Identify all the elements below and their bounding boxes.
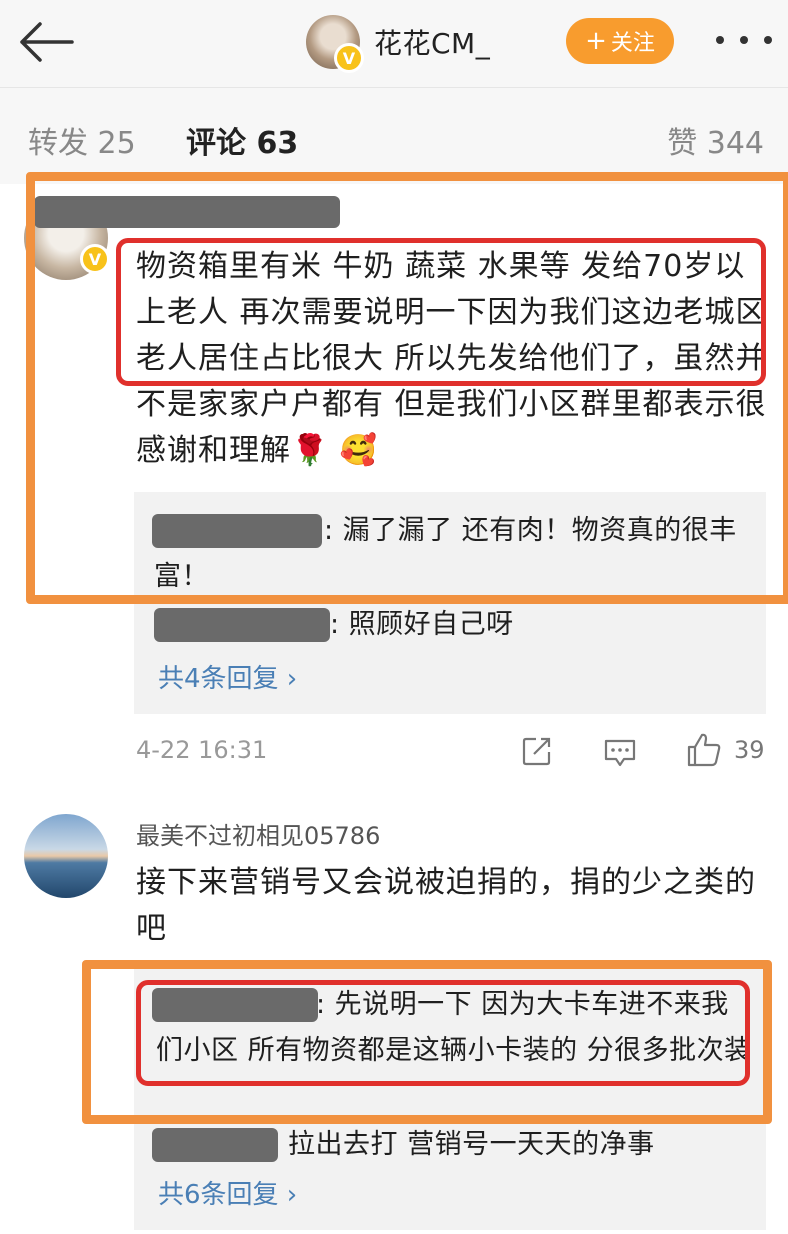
- top-bar: V 花花CM_ + 关注: [0, 0, 788, 88]
- more-replies-link[interactable]: 共6条回复 ›: [158, 1174, 297, 1211]
- commenter-name[interactable]: 最美不过初相见05786: [136, 816, 380, 851]
- comment-text: 接下来营销号又会说被迫捐的，捐的少之类的吧: [136, 865, 756, 946]
- red-highlight-box: [136, 980, 750, 1086]
- follow-label: 关注: [610, 31, 655, 56]
- tab-comment[interactable]: 评论 63: [186, 118, 298, 162]
- comment-icon[interactable]: [604, 738, 636, 772]
- like-count: 39: [734, 736, 765, 764]
- reply-text: 拉出去打 营销号一天天的净事: [288, 1129, 655, 1160]
- post-author[interactable]: V 花花CM_: [306, 12, 490, 73]
- tab-bar: 转发 25 评论 63 赞 344: [0, 88, 788, 184]
- redacted-username: [152, 1128, 278, 1162]
- commenter-avatar[interactable]: [24, 814, 108, 898]
- repost-icon[interactable]: [522, 736, 552, 770]
- back-arrow-icon[interactable]: [14, 18, 78, 66]
- comment-time: 4-22 16:31: [136, 736, 268, 764]
- plus-icon: +: [585, 26, 607, 56]
- author-name[interactable]: 花花CM_: [374, 22, 490, 62]
- reply-text: : 照顾好自己呀: [330, 609, 514, 640]
- verified-badge-icon: V: [334, 43, 364, 73]
- like-icon[interactable]: [686, 732, 722, 772]
- redacted-username: [154, 608, 330, 642]
- tab-like[interactable]: 赞 344: [667, 118, 764, 162]
- follow-button[interactable]: + 关注: [566, 18, 674, 64]
- orange-highlight-box: [26, 172, 788, 604]
- red-highlight-box: [116, 238, 766, 386]
- more-replies-link[interactable]: 共4条回复 ›: [158, 658, 297, 695]
- tab-repost[interactable]: 转发 25: [28, 118, 136, 162]
- more-options-icon[interactable]: [716, 22, 772, 58]
- author-avatar[interactable]: V: [306, 15, 364, 73]
